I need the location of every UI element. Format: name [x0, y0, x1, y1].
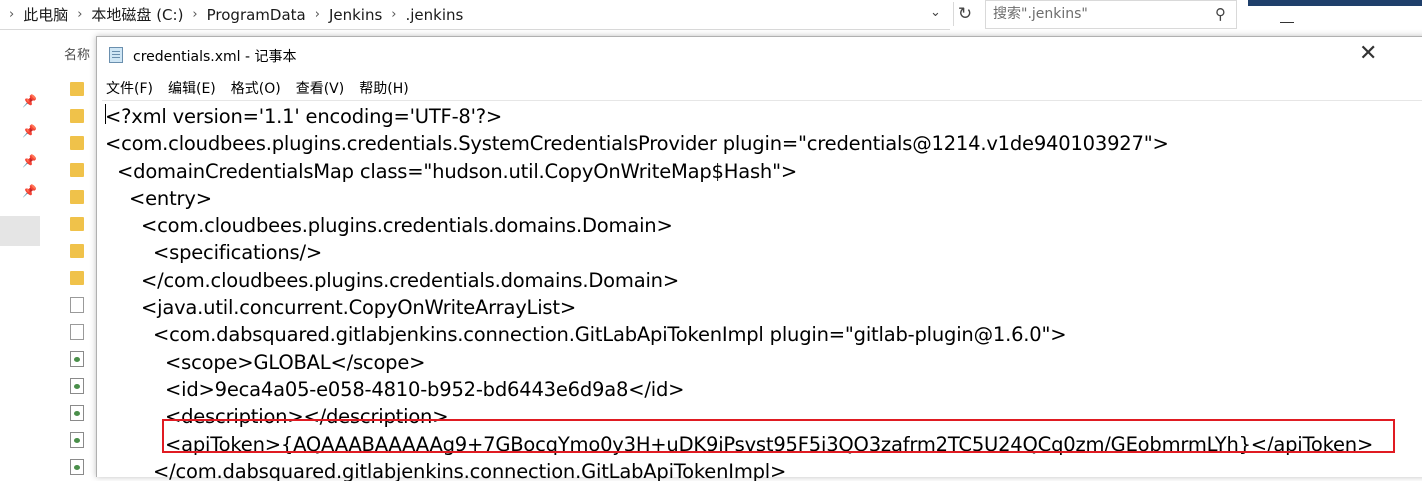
menu-format[interactable]: 格式(O) [222, 74, 287, 100]
pin-icon[interactable]: 📌 [22, 124, 37, 138]
breadcrumb-dot-jenkins[interactable]: .jenkins [405, 6, 463, 24]
menu-edit[interactable]: 编辑(E) [159, 74, 222, 100]
code-line: <com.cloudbees.plugins.credentials.domai… [105, 214, 673, 238]
menu-bar: 文件(F) 编辑(E) 格式(O) 查看(V) 帮助(H) [97, 74, 415, 100]
code-line: <specifications/> [105, 241, 322, 265]
search-input[interactable]: 搜索".jenkins" ⚲ [985, 0, 1237, 29]
nav-selected-item[interactable] [0, 216, 40, 246]
notepad-window: credentials.xml - 记事本 ✕ 文件(F) 编辑(E) 格式(O… [96, 36, 1422, 481]
chevron-down-icon[interactable]: ⌄ [930, 5, 941, 20]
breadcrumb-local-disk[interactable]: 本地磁盘 (C:) [91, 4, 183, 25]
code-line: <?xml version='1.1' encoding='UTF-8'?> [105, 105, 503, 128]
minimize-icon[interactable] [1280, 22, 1294, 23]
xml-file-icon[interactable] [70, 351, 84, 367]
folder-icon[interactable] [70, 136, 84, 150]
pin-icon[interactable]: 📌 [22, 154, 37, 168]
chevron-right-icon: › [314, 7, 320, 22]
text-editor[interactable]: <?xml version='1.1' encoding='UTF-8'?> <… [102, 100, 1422, 481]
code-line: <com.cloudbees.plugins.credentials.Syste… [105, 132, 1169, 156]
chevron-right-icon: › [9, 7, 15, 22]
background-window-titlebar [1248, 0, 1422, 6]
code-line: <domainCredentialsMap class="hudson.util… [105, 159, 797, 183]
chevron-right-icon: › [391, 7, 397, 22]
menu-help[interactable]: 帮助(H) [350, 74, 414, 100]
navigation-pane: 📌 📌 📌 📌 [0, 38, 40, 470]
pin-icon[interactable]: 📌 [22, 94, 37, 108]
chevron-right-icon: › [77, 7, 83, 22]
notepad-icon [109, 47, 123, 63]
xml-file-icon[interactable] [70, 459, 84, 475]
api-token-highlight-box [162, 419, 1395, 453]
file-icon[interactable] [70, 324, 84, 340]
code-line: <id>9eca4a05-e058-4810-b952-bd6443e6d9a8… [105, 377, 685, 401]
pin-icon[interactable]: 📌 [22, 184, 37, 198]
background-window [1248, 0, 1422, 37]
breadcrumb[interactable]: › 此电脑 › 本地磁盘 (C:) › ProgramData › Jenkin… [0, 0, 950, 30]
file-icon[interactable] [70, 297, 84, 313]
breadcrumb-programdata[interactable]: ProgramData [207, 6, 306, 24]
code-line: <java.util.concurrent.CopyOnWriteArrayLi… [105, 296, 576, 320]
menu-view[interactable]: 查看(V) [287, 74, 351, 100]
folder-icon[interactable] [70, 82, 84, 96]
folder-icon[interactable] [70, 190, 84, 204]
xml-file-icon[interactable] [70, 432, 84, 448]
breadcrumb-jenkins[interactable]: Jenkins [329, 6, 382, 24]
notepad-titlebar[interactable]: credentials.xml - 记事本 ✕ [97, 37, 1422, 73]
xml-file-icon[interactable] [70, 405, 84, 421]
search-icon: ⚲ [1215, 5, 1226, 23]
breadcrumb-this-pc[interactable]: 此电脑 [23, 4, 68, 25]
code-line: <entry> [105, 186, 212, 210]
explorer-address-bar: › 此电脑 › 本地磁盘 (C:) › ProgramData › Jenkin… [0, 0, 1242, 30]
code-line: <scope>GLOBAL</scope> [105, 350, 426, 374]
refresh-icon[interactable]: ↻ [953, 2, 976, 26]
folder-icon[interactable] [70, 271, 84, 285]
chevron-right-icon: › [192, 7, 198, 22]
column-header-name[interactable]: 名称 [64, 44, 90, 63]
code-line: </com.dabsquared.gitlabjenkins.connectio… [105, 459, 787, 481]
code-line: </com.cloudbees.plugins.credentials.doma… [105, 268, 679, 292]
folder-icon[interactable] [70, 217, 84, 231]
xml-file-icon[interactable] [70, 378, 84, 394]
close-icon[interactable]: ✕ [1359, 43, 1377, 65]
folder-icon[interactable] [70, 109, 84, 123]
folder-icon[interactable] [70, 244, 84, 258]
code-line: <com.dabsquared.gitlabjenkins.connection… [105, 323, 1067, 347]
folder-icon[interactable] [70, 163, 84, 177]
window-title: credentials.xml - 记事本 [133, 49, 297, 65]
search-placeholder: 搜索".jenkins" [993, 6, 1088, 22]
menu-file[interactable]: 文件(F) [97, 74, 159, 100]
